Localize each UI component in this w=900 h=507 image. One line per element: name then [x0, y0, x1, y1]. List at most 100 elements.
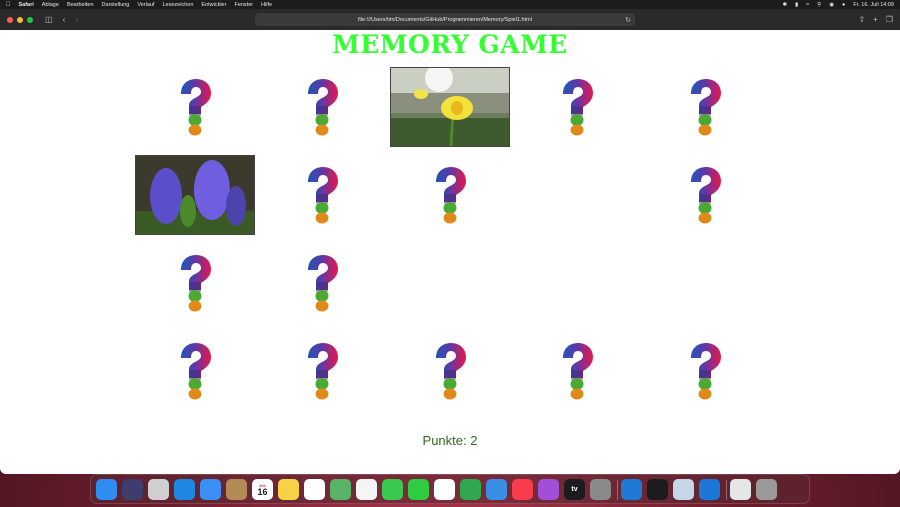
menu-entwickler[interactable]: Entwickler [201, 2, 226, 8]
share-icon[interactable]: ⇧ [858, 15, 865, 24]
preview-icon[interactable] [673, 479, 694, 500]
contacts-icon[interactable] [226, 479, 247, 500]
apple-menu-icon[interactable]:  [6, 2, 11, 8]
siri-icon[interactable] [122, 479, 143, 500]
terminal-icon[interactable] [647, 479, 668, 500]
bluetooth-icon[interactable]: ✱ [782, 2, 787, 8]
music-icon[interactable] [512, 479, 533, 500]
zoom-window-button[interactable] [27, 16, 33, 23]
memory-card-hidden[interactable] [517, 67, 637, 147]
question-mark-icon [563, 79, 593, 136]
reload-icon[interactable]: ↻ [625, 16, 631, 24]
score-label: Punkte: 2 [422, 433, 478, 448]
menubar:  Safari Ablage Bearbeiten Darstellung V… [0, 0, 900, 9]
memory-card-hidden[interactable] [135, 243, 255, 323]
memory-card-empty [645, 243, 765, 323]
mail-icon[interactable] [200, 479, 221, 500]
messages-icon[interactable] [382, 479, 403, 500]
memory-card-daffodil[interactable] [390, 67, 510, 147]
podcasts-icon[interactable] [538, 479, 559, 500]
trash-icon[interactable] [756, 479, 777, 500]
memory-card-hidden[interactable] [390, 331, 510, 411]
maps-icon[interactable] [330, 479, 351, 500]
question-mark-icon [691, 343, 721, 400]
xcode-icon[interactable] [699, 479, 720, 500]
memory-card-hidden[interactable] [262, 331, 382, 411]
memory-card-hidden[interactable] [262, 155, 382, 235]
launchpad-icon[interactable] [148, 479, 169, 500]
question-mark-icon [181, 255, 211, 312]
memory-card-hidden[interactable] [135, 67, 255, 147]
hyacinth-photo [136, 156, 254, 234]
new-tab-icon[interactable]: + [873, 15, 878, 24]
memory-card-empty [517, 155, 637, 235]
menu-bearbeiten[interactable]: Bearbeiten [67, 2, 94, 8]
memory-card-hidden[interactable] [645, 155, 765, 235]
minimize-window-button[interactable] [17, 16, 23, 23]
menu-hilfe[interactable]: Hilfe [261, 2, 272, 8]
memory-card-hidden[interactable] [262, 67, 382, 147]
settings-icon[interactable] [590, 479, 611, 500]
menu-app-name[interactable]: Safari [19, 2, 34, 8]
memory-card-hidden[interactable] [390, 155, 510, 235]
memory-card-hyacinth[interactable] [135, 155, 255, 235]
calendar-icon[interactable]: JUL 16 [252, 479, 273, 500]
downloads-icon[interactable] [730, 479, 751, 500]
close-window-button[interactable] [7, 16, 13, 23]
search-icon[interactable]: ⚲ [817, 2, 821, 8]
dock: JUL 16 tv [90, 474, 810, 504]
menu-darstellung[interactable]: Darstellung [102, 2, 130, 8]
siri-menubar-icon[interactable]: ● [842, 2, 845, 8]
menu-lesezeichen[interactable]: Lesezeichen [163, 2, 194, 8]
finder-icon[interactable] [96, 479, 117, 500]
facetime-icon[interactable] [408, 479, 429, 500]
memory-card-hidden[interactable] [645, 67, 765, 147]
question-mark-icon [563, 343, 593, 400]
question-mark-icon [181, 79, 211, 136]
safari-window: ◫ ‹ › file:///Users/tim/Documents/GitHub… [0, 9, 900, 474]
safari-icon[interactable] [174, 479, 195, 500]
photos-icon[interactable] [356, 479, 377, 500]
menu-verlauf[interactable]: Verlauf [137, 2, 154, 8]
control-center-icon[interactable]: ◉ [829, 2, 834, 8]
dock-separator [617, 480, 618, 500]
question-mark-icon [308, 255, 338, 312]
menubar-clock[interactable]: Fr. 16. Juli 14:09 [853, 2, 894, 8]
notes-icon[interactable] [278, 479, 299, 500]
numbers-icon[interactable] [460, 479, 481, 500]
question-mark-icon [436, 343, 466, 400]
tab-overview-icon[interactable]: ❐ [886, 15, 893, 24]
page-content: MEMORY GAME Punkte: 2 [0, 30, 900, 474]
reminders-icon[interactable] [304, 479, 325, 500]
keynote-icon[interactable] [486, 479, 507, 500]
memory-card-hidden[interactable] [135, 331, 255, 411]
wifi-icon[interactable]: ≈ [806, 2, 809, 8]
address-bar-url: file:///Users/tim/Documents/GitHub/Progr… [358, 16, 532, 23]
battery-icon[interactable]: ▮ [795, 2, 798, 8]
freeform-icon[interactable] [434, 479, 455, 500]
calendar-day: 16 [257, 486, 268, 497]
appletv-label: tv [571, 486, 578, 493]
menu-fenster[interactable]: Fenster [234, 2, 253, 8]
question-mark-icon [691, 167, 721, 224]
sidebar-toggle-icon[interactable]: ◫ [45, 15, 53, 24]
page-title: MEMORY GAME [332, 30, 568, 59]
daffodil-photo [391, 68, 509, 146]
menu-ablage[interactable]: Ablage [42, 2, 59, 8]
memory-card-empty [390, 243, 510, 323]
browser-toolbar: ◫ ‹ › file:///Users/tim/Documents/GitHub… [0, 9, 900, 30]
memory-card-empty [517, 243, 637, 323]
address-bar[interactable]: file:///Users/tim/Documents/GitHub/Progr… [255, 13, 635, 26]
vscode-icon[interactable] [621, 479, 642, 500]
question-mark-icon [181, 343, 211, 400]
dock-separator [726, 480, 727, 500]
memory-card-hidden[interactable] [517, 331, 637, 411]
question-mark-icon [308, 79, 338, 136]
question-mark-icon [691, 79, 721, 136]
memory-card-hidden[interactable] [645, 331, 765, 411]
back-arrow-icon[interactable]: ‹ [63, 15, 66, 24]
forward-arrow-icon[interactable]: › [75, 15, 78, 24]
memory-card-hidden[interactable] [262, 243, 382, 323]
question-mark-icon [436, 167, 466, 224]
appletv-icon[interactable]: tv [564, 479, 585, 500]
